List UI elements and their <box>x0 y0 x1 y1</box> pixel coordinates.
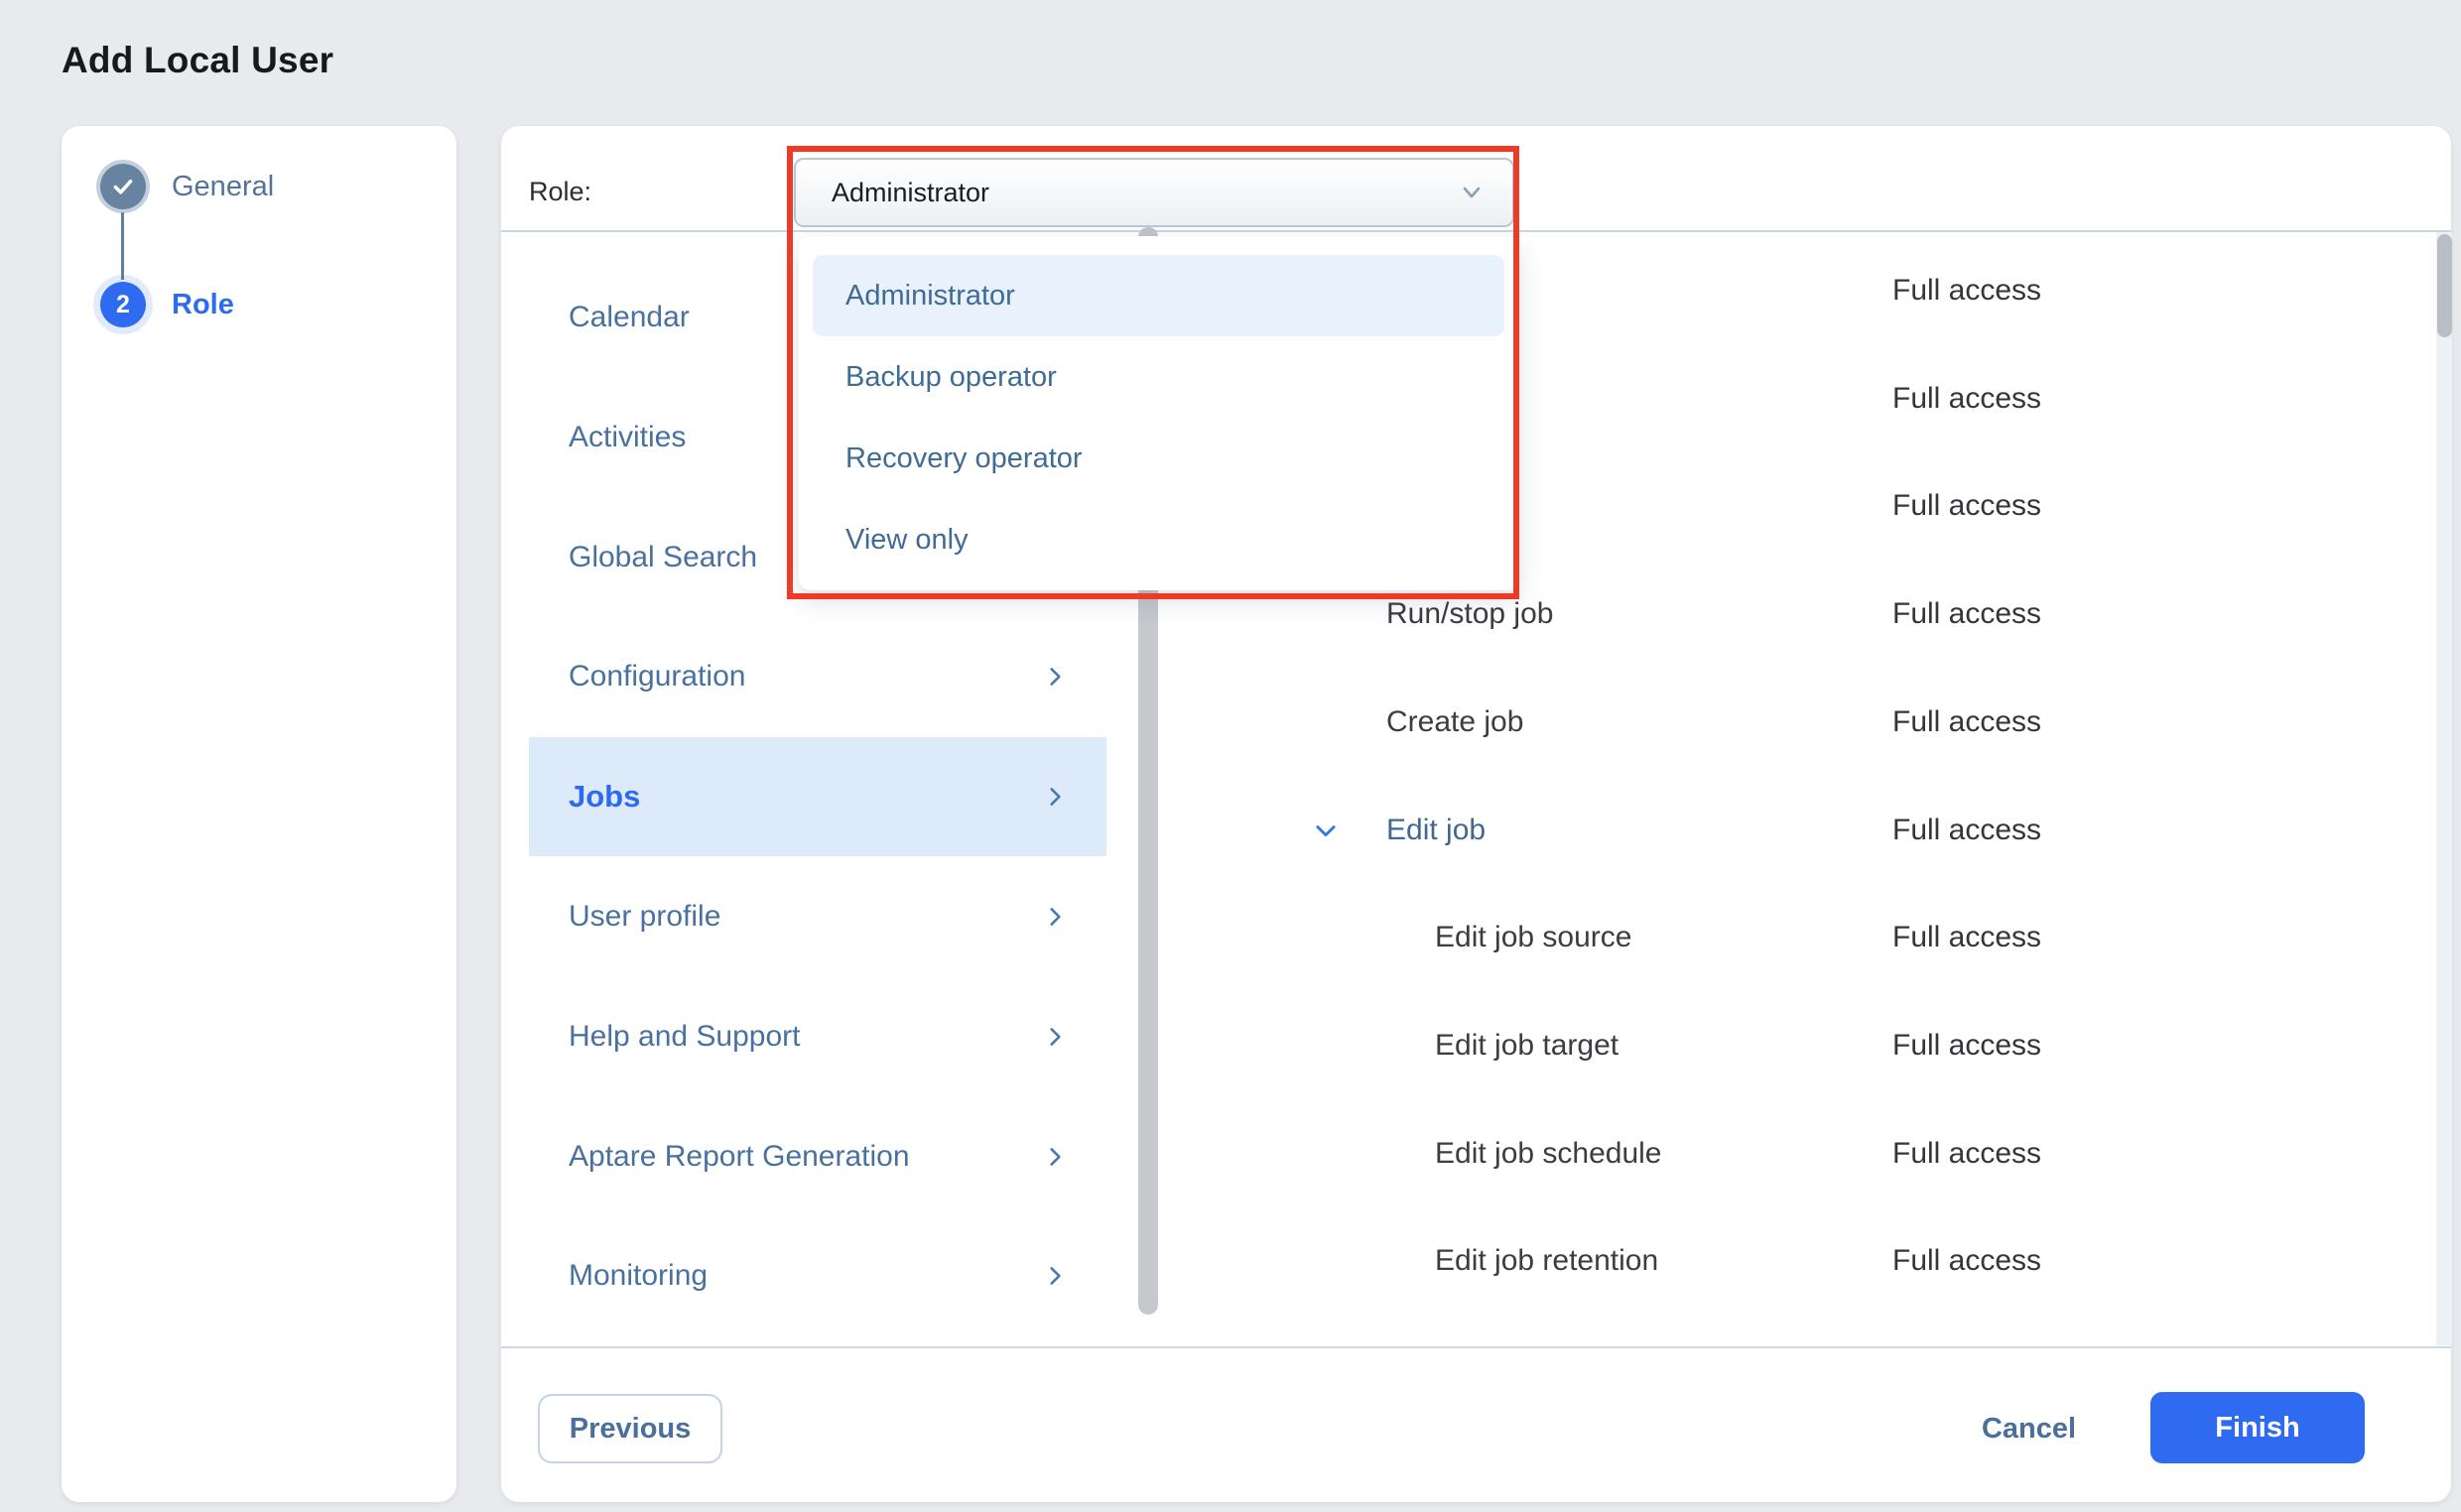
chevron-right-icon <box>1042 784 1068 810</box>
permission-access-value: Full access <box>1892 452 2041 561</box>
permission-access-value: Full access <box>1892 991 2041 1099</box>
menu-item-jobs[interactable]: Jobs <box>501 737 1136 856</box>
menu-item-label: Help and Support <box>569 1020 801 1054</box>
role-option-recovery-operator[interactable]: Recovery operator <box>813 418 1504 499</box>
permission-access-value: Full access <box>1892 344 2041 452</box>
step-role-number[interactable]: 2 <box>100 282 146 327</box>
page-title: Add Local User <box>62 40 333 81</box>
previous-button[interactable]: Previous <box>538 1394 722 1463</box>
panel-scrollbar-thumb[interactable] <box>2437 234 2452 337</box>
chevron-right-icon <box>1042 904 1068 930</box>
permission-access-value: Full access <box>1892 668 2041 776</box>
menu-item-aptare-report-generation[interactable]: Aptare Report Generation <box>501 1097 1136 1216</box>
menu-item-label: Monitoring <box>569 1259 708 1293</box>
chevron-right-icon <box>1042 664 1068 690</box>
menu-item-label: Configuration <box>569 660 745 693</box>
role-dropdown-menu: Administrator Backup operator Recovery ope… <box>799 236 1518 590</box>
permission-access-value: Full access <box>1892 776 2041 884</box>
menu-item-label: User profile <box>569 900 720 934</box>
permission-row-edit-job-target[interactable]: Edit job target Full access <box>1161 991 2441 1099</box>
finish-button[interactable]: Finish <box>2150 1392 2365 1463</box>
permission-row-edit-job-schedule[interactable]: Edit job schedule Full access <box>1161 1099 2441 1207</box>
permission-access-value: Full access <box>1892 1099 2041 1207</box>
menu-item-label: Activities <box>569 421 686 454</box>
role-option-administrator[interactable]: Administrator <box>813 255 1504 336</box>
role-option-label: Administrator <box>845 280 1015 313</box>
permission-row-edit-job[interactable]: Edit job Full access <box>1161 776 2441 884</box>
check-icon <box>109 173 137 200</box>
permission-label: Edit job schedule <box>1435 1099 1662 1207</box>
permission-label: Edit job <box>1386 776 1486 884</box>
step-general-check-icon[interactable] <box>100 164 146 209</box>
role-select-value: Administrator <box>832 178 989 208</box>
menu-item-monitoring[interactable]: Monitoring <box>501 1216 1136 1335</box>
chevron-right-icon <box>1042 1024 1068 1050</box>
permission-access-value: Full access <box>1892 884 2041 992</box>
panel-scrollbar-track[interactable] <box>2436 232 2452 1345</box>
role-option-label: Recovery operator <box>845 442 1083 475</box>
menu-item-user-profile[interactable]: User profile <box>501 857 1136 976</box>
menu-item-label: Calendar <box>569 301 690 334</box>
chevron-down-icon <box>1457 178 1487 207</box>
header-divider <box>501 230 2451 232</box>
role-option-view-only[interactable]: View only <box>813 499 1504 580</box>
permission-label: Create job <box>1386 668 1523 776</box>
menu-item-label: Aptare Report Generation <box>569 1140 910 1174</box>
cancel-button[interactable]: Cancel <box>1947 1394 2111 1463</box>
role-field-label: Role: <box>529 177 591 207</box>
step-general-label[interactable]: General <box>172 164 274 209</box>
menu-item-label: Jobs <box>569 779 640 815</box>
role-option-label: View only <box>845 524 969 557</box>
permission-label: Edit job source <box>1435 884 1631 992</box>
step-role-label[interactable]: Role <box>172 282 234 327</box>
permission-row-create-job[interactable]: Create job Full access <box>1161 668 2441 776</box>
role-option-backup-operator[interactable]: Backup operator <box>813 336 1504 418</box>
permission-label: Edit job target <box>1435 991 1619 1099</box>
menu-item-label: Global Search <box>569 541 757 574</box>
menu-item-help-and-support[interactable]: Help and Support <box>501 977 1136 1096</box>
permission-access-value: Full access <box>1892 561 2041 669</box>
permission-access-value: Full access <box>1892 237 2041 345</box>
permission-row-edit-job-retention[interactable]: Edit job retention Full access <box>1161 1207 2441 1316</box>
role-option-label: Backup operator <box>845 361 1057 394</box>
chevron-right-icon <box>1042 1144 1068 1170</box>
stepper-panel <box>62 126 456 1502</box>
footer-divider <box>501 1346 2451 1348</box>
menu-item-configuration[interactable]: Configuration <box>501 617 1136 736</box>
permission-label: Edit job retention <box>1435 1207 1658 1316</box>
add-local-user-dialog: Add Local User General 2 Role Role: Cale… <box>0 0 2461 1512</box>
chevron-down-icon[interactable] <box>1312 817 1340 844</box>
permission-access-value: Full access <box>1892 1207 2041 1316</box>
stepper-connector <box>121 212 124 280</box>
permission-row-edit-job-source[interactable]: Edit job source Full access <box>1161 884 2441 992</box>
chevron-right-icon <box>1042 1263 1068 1289</box>
role-select[interactable]: Administrator <box>794 158 1514 227</box>
